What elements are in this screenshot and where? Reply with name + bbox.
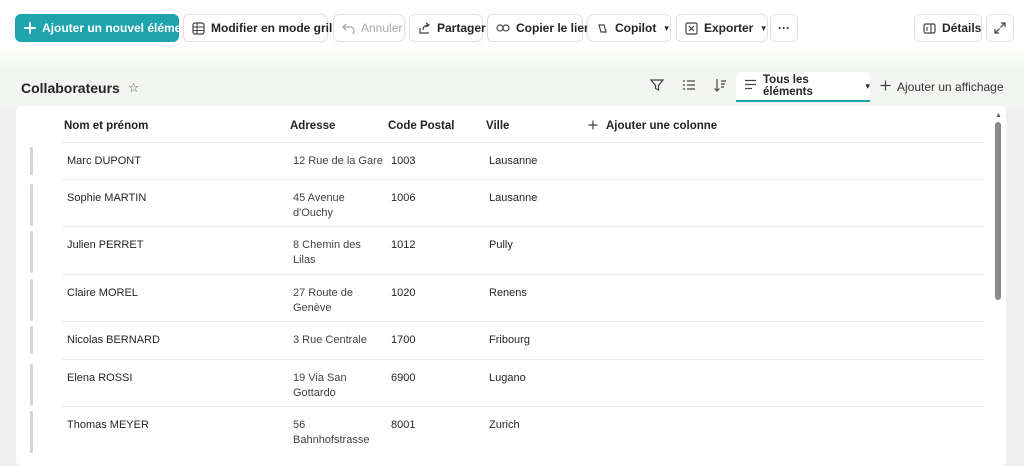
cell-address: 19 Via San Gottardo — [293, 372, 347, 399]
cell-zip: 1012 — [391, 239, 416, 251]
cell-zip: 1700 — [391, 334, 416, 346]
scroll-up-icon[interactable]: ▲ — [995, 112, 1002, 119]
share-icon — [418, 22, 431, 35]
cell-zip: 1006 — [391, 192, 416, 204]
add-view-button[interactable]: Ajouter un affichage — [880, 80, 1004, 94]
share-button[interactable]: Partager — [409, 14, 486, 42]
column-header-zip[interactable]: Code Postal — [388, 120, 454, 132]
export-label: Exporter — [704, 21, 754, 35]
column-header-address[interactable]: Adresse — [290, 120, 335, 132]
cell-name: Nicolas BERNARD — [67, 334, 160, 346]
row-selector[interactable] — [30, 184, 33, 226]
cell-zip: 1003 — [391, 155, 416, 167]
cell-name: Elena ROSSI — [67, 372, 133, 384]
view-selector[interactable]: Tous les éléments ▾ — [736, 72, 870, 102]
view-name: Tous les éléments — [763, 74, 813, 98]
copilot-icon — [596, 22, 609, 35]
scrollbar-thumb[interactable] — [995, 122, 1001, 300]
add-view-label: Ajouter un affichage — [897, 80, 1004, 94]
row-divider — [62, 179, 984, 180]
plus-icon — [588, 120, 598, 133]
copilot-button[interactable]: Copilot ▾ — [587, 14, 671, 42]
excel-icon — [685, 21, 698, 35]
expand-button[interactable] — [986, 14, 1014, 42]
cell-city: Lausanne — [489, 192, 538, 204]
plus-icon — [24, 22, 36, 34]
plus-icon — [880, 80, 891, 94]
chevron-down-icon: ▾ — [865, 80, 870, 91]
more-icon: ··· — [778, 21, 790, 35]
cell-city: Lugano — [489, 372, 526, 384]
cell-name: Thomas MEYER — [67, 419, 149, 431]
cell-zip: 6900 — [391, 372, 416, 384]
sort-icon[interactable] — [713, 78, 727, 95]
row-selector[interactable] — [30, 231, 33, 273]
new-item-label: Ajouter un nouvel élément — [42, 21, 193, 35]
row-divider — [62, 406, 984, 407]
cell-zip: 8001 — [391, 419, 416, 431]
page-title: Collaborateurs — [21, 80, 120, 96]
grid-icon — [192, 21, 205, 35]
details-button[interactable]: Détails — [914, 14, 982, 42]
link-icon — [496, 23, 510, 33]
add-column-label: Ajouter une colonne — [606, 120, 718, 132]
undo-label: Annuler — [361, 21, 403, 35]
row-selector[interactable] — [30, 364, 33, 406]
cell-address: 12 Rue de la Gare — [293, 155, 383, 167]
copy-link-label: Copier le lien — [516, 21, 592, 35]
copy-link-button[interactable]: Copier le lien — [487, 14, 591, 42]
grid-edit-label: Modifier en mode grille — [211, 21, 343, 35]
new-item-button[interactable]: Ajouter un nouvel élément — [15, 14, 193, 42]
details-label: Détails — [942, 21, 982, 35]
undo-button[interactable]: Annuler — [333, 14, 405, 42]
list-title: Collaborateurs ☆ — [21, 80, 139, 96]
more-button[interactable]: ··· — [770, 14, 798, 42]
cell-city: Renens — [489, 287, 527, 299]
cell-city: Fribourg — [489, 334, 530, 346]
cell-name: Claire MOREL — [67, 287, 138, 299]
column-header-name[interactable]: Nom et prénom — [64, 120, 148, 132]
expand-icon — [994, 22, 1006, 34]
lines-icon — [744, 79, 757, 93]
info-panel-icon — [923, 22, 936, 34]
row-selector[interactable] — [30, 147, 33, 175]
row-divider — [62, 321, 984, 322]
cell-address: 3 Rue Centrale — [293, 334, 367, 346]
chevron-down-icon: ▾ — [761, 22, 766, 33]
star-icon[interactable]: ☆ — [128, 80, 140, 96]
cell-address: 45 Avenue d'Ouchy — [293, 192, 345, 219]
header-band — [0, 44, 1024, 74]
grid-edit-button[interactable]: Modifier en mode grille — [183, 14, 342, 42]
row-divider — [62, 274, 984, 275]
column-header-city[interactable]: Ville — [486, 120, 509, 132]
cell-city: Pully — [489, 239, 513, 251]
cell-address: 8 Chemin des Lilas — [293, 239, 361, 266]
filter-icon[interactable] — [649, 78, 665, 95]
cell-name: Sophie MARTIN — [67, 192, 147, 204]
undo-icon — [342, 22, 355, 34]
cell-city: Lausanne — [489, 155, 538, 167]
row-selector[interactable] — [30, 411, 33, 453]
list-header-band — [0, 74, 1024, 108]
row-divider — [62, 359, 984, 360]
cell-address: 56 Bahnhofstrasse — [293, 419, 370, 446]
add-column-button[interactable]: Ajouter une colonne — [588, 120, 717, 133]
cell-address: 27 Route de Genève — [293, 287, 353, 314]
cell-name: Julien PERRET — [67, 239, 144, 251]
row-selector[interactable] — [30, 279, 33, 321]
cell-name: Marc DUPONT — [67, 155, 141, 167]
chevron-down-icon: ▾ — [664, 22, 669, 33]
header-divider — [62, 142, 984, 143]
group-icon[interactable] — [682, 78, 696, 95]
export-button[interactable]: Exporter ▾ — [676, 14, 768, 42]
cell-zip: 1020 — [391, 287, 416, 299]
copilot-label: Copilot — [615, 21, 657, 35]
row-divider — [62, 226, 984, 227]
share-label: Partager — [437, 21, 486, 35]
row-selector[interactable] — [30, 326, 33, 354]
cell-city: Zurich — [489, 419, 520, 431]
